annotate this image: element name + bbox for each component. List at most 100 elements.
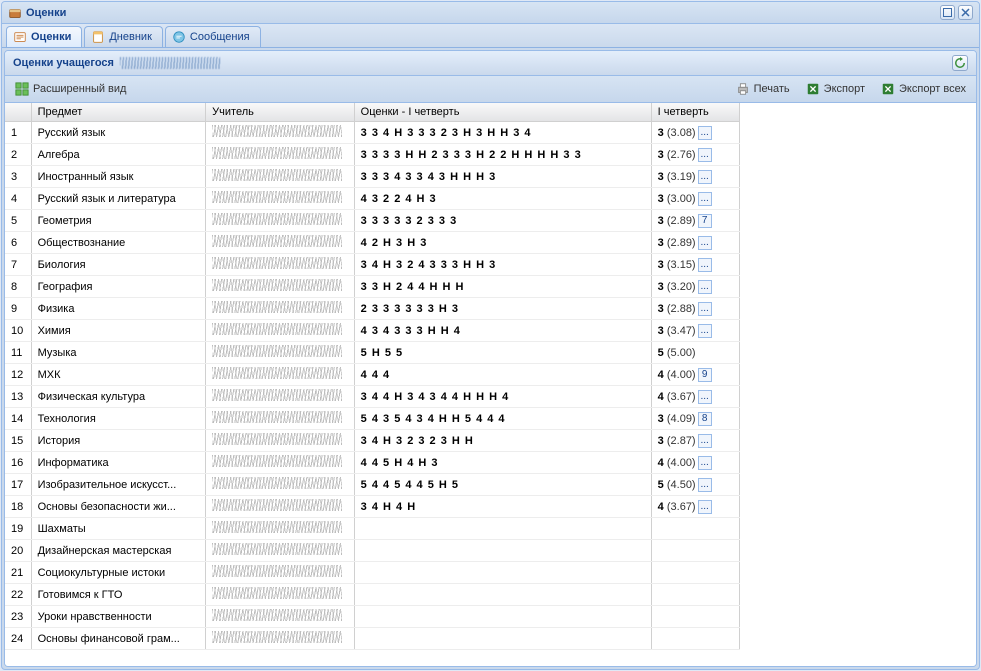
teacher-cell xyxy=(206,298,355,320)
col-subject-header[interactable]: Предмет xyxy=(31,103,206,122)
teacher-cell xyxy=(206,408,355,430)
quarter-avg: (3.00) xyxy=(667,192,696,204)
messages-icon xyxy=(172,30,186,44)
col-num-header[interactable] xyxy=(5,103,31,122)
marks-cell: 2 3 3 3 3 3 3 Н 3 xyxy=(354,298,651,320)
table-row[interactable]: 5Геометрия3 3 3 3 3 2 3 3 33 (2.89)7 xyxy=(5,210,740,232)
col-quarter-header[interactable]: I четверть xyxy=(651,103,739,122)
print-button[interactable]: Печать xyxy=(732,80,794,98)
table-row[interactable]: 15История3 4 Н 3 2 3 2 3 Н Н3 (2.87)... xyxy=(5,430,740,452)
col-marks-header[interactable]: Оценки - I четверть xyxy=(354,103,651,122)
quarter-cell: 3 (2.89)7 xyxy=(651,210,739,232)
table-row[interactable]: 2Алгебра3 3 3 3 Н Н 2 3 3 3 Н 2 2 Н Н Н … xyxy=(5,144,740,166)
marks-cell xyxy=(354,540,651,562)
quarter-extra-button[interactable]: ... xyxy=(698,500,712,514)
table-row[interactable]: 19Шахматы xyxy=(5,518,740,540)
panel-header: Оценки учащегося xyxy=(5,51,976,76)
marks-cell xyxy=(354,606,651,628)
quarter-extra-button[interactable]: ... xyxy=(698,302,712,316)
quarter-extra-button[interactable]: 7 xyxy=(698,214,712,228)
quarter-avg: (3.15) xyxy=(667,258,696,270)
quarter-extra-button[interactable]: ... xyxy=(698,434,712,448)
subject-cell: Русский язык xyxy=(31,122,206,144)
maximize-button[interactable] xyxy=(940,5,955,20)
marks-cell: 3 4 Н 4 Н xyxy=(354,496,651,518)
teacher-name-obscured xyxy=(212,345,342,357)
quarter-grade: 3 xyxy=(658,170,664,182)
teacher-cell xyxy=(206,430,355,452)
quarter-cell: 3 (2.88)... xyxy=(651,298,739,320)
expand-icon xyxy=(15,82,29,96)
marks-cell: 4 2 Н 3 Н 3 xyxy=(354,232,651,254)
quarter-cell: 4 (3.67)... xyxy=(651,496,739,518)
grid-scroll[interactable]: Предмет Учитель Оценки - I четверть I че… xyxy=(5,103,976,666)
quarter-extra-button[interactable]: ... xyxy=(698,478,712,492)
table-row[interactable]: 7Биология3 4 Н 3 2 4 3 3 3 Н Н 33 (3.15)… xyxy=(5,254,740,276)
quarter-extra-button[interactable]: 9 xyxy=(698,368,712,382)
table-row[interactable]: 4Русский язык и литература4 3 2 2 4 Н 33… xyxy=(5,188,740,210)
quarter-extra-button[interactable]: ... xyxy=(698,148,712,162)
quarter-cell xyxy=(651,518,739,540)
quarter-extra-button[interactable]: ... xyxy=(698,324,712,338)
table-row[interactable]: 8География3 3 Н 2 4 4 Н Н Н3 (3.20)... xyxy=(5,276,740,298)
col-teacher-header[interactable]: Учитель xyxy=(206,103,355,122)
subject-cell: Алгебра xyxy=(31,144,206,166)
export-button[interactable]: Экспорт xyxy=(802,80,869,98)
table-row[interactable]: 20Дизайнерская мастерская xyxy=(5,540,740,562)
row-number: 5 xyxy=(5,210,31,232)
quarter-extra-button[interactable]: ... xyxy=(698,258,712,272)
quarter-extra-button[interactable]: ... xyxy=(698,456,712,470)
tab-label: Сообщения xyxy=(190,31,250,43)
teacher-cell xyxy=(206,628,355,650)
table-row[interactable]: 10Химия4 3 4 3 3 3 Н Н 43 (3.47)... xyxy=(5,320,740,342)
teacher-name-obscured xyxy=(212,125,342,137)
table-row[interactable]: 16Информатика4 4 5 Н 4 Н 34 (4.00)... xyxy=(5,452,740,474)
teacher-cell xyxy=(206,518,355,540)
subject-cell: Шахматы xyxy=(31,518,206,540)
tab-diary[interactable]: Дневник xyxy=(84,26,163,47)
quarter-extra-button[interactable]: ... xyxy=(698,280,712,294)
quarter-extra-button[interactable]: ... xyxy=(698,390,712,404)
expanded-view-button[interactable]: Расширенный вид xyxy=(11,80,130,98)
teacher-name-obscured xyxy=(212,521,342,533)
refresh-button[interactable] xyxy=(952,55,968,71)
table-row[interactable]: 21Социокультурные истоки xyxy=(5,562,740,584)
tab-grades[interactable]: Оценки xyxy=(6,26,82,47)
teacher-name-obscured xyxy=(212,631,342,643)
table-row[interactable]: 13Физическая культура3 4 4 Н 3 4 3 4 4 Н… xyxy=(5,386,740,408)
quarter-grade: 3 xyxy=(658,214,664,226)
grades-table: Предмет Учитель Оценки - I четверть I че… xyxy=(5,103,740,650)
quarter-grade: 3 xyxy=(658,126,664,138)
table-row[interactable]: 23Уроки нравственности xyxy=(5,606,740,628)
table-row[interactable]: 18Основы безопасности жи...3 4 Н 4 Н4 (3… xyxy=(5,496,740,518)
row-number: 18 xyxy=(5,496,31,518)
table-row[interactable]: 12МХК4 4 44 (4.00)9 xyxy=(5,364,740,386)
table-row[interactable]: 22Готовимся к ГТО xyxy=(5,584,740,606)
marks-cell: 3 3 3 3 Н Н 2 3 3 3 Н 2 2 Н Н Н Н 3 3 xyxy=(354,144,651,166)
teacher-name-obscured xyxy=(212,301,342,313)
marks-cell: 4 4 5 Н 4 Н 3 xyxy=(354,452,651,474)
quarter-extra-button[interactable]: 8 xyxy=(698,412,712,426)
tab-messages[interactable]: Сообщения xyxy=(165,26,261,47)
close-button[interactable] xyxy=(958,5,973,20)
table-row[interactable]: 9Физика2 3 3 3 3 3 3 Н 33 (2.88)... xyxy=(5,298,740,320)
table-row[interactable]: 14Технология5 4 3 5 4 3 4 Н Н 5 4 4 43 (… xyxy=(5,408,740,430)
row-number: 17 xyxy=(5,474,31,496)
row-number: 3 xyxy=(5,166,31,188)
quarter-extra-button[interactable]: ... xyxy=(698,236,712,250)
table-row[interactable]: 24Основы финансовой грам... xyxy=(5,628,740,650)
quarter-extra-button[interactable]: ... xyxy=(698,126,712,140)
table-row[interactable]: 3Иностранный язык3 3 3 4 3 3 4 3 Н Н Н 3… xyxy=(5,166,740,188)
table-row[interactable]: 6Обществознание4 2 Н 3 Н 33 (2.89)... xyxy=(5,232,740,254)
quarter-avg: (3.67) xyxy=(667,500,696,512)
quarter-extra-button[interactable]: ... xyxy=(698,192,712,206)
quarter-avg: (2.88) xyxy=(667,302,696,314)
quarter-grade: 4 xyxy=(658,368,664,380)
table-row[interactable]: 11Музыка5 Н 5 55 (5.00) xyxy=(5,342,740,364)
marks-cell: 4 3 4 3 3 3 Н Н 4 xyxy=(354,320,651,342)
print-label: Печать xyxy=(754,83,790,95)
table-row[interactable]: 1Русский язык3 3 4 Н 3 3 3 2 3 Н 3 Н Н 3… xyxy=(5,122,740,144)
export-all-button[interactable]: Экспорт всех xyxy=(877,80,970,98)
table-row[interactable]: 17Изобразительное искусст...5 4 4 5 4 4 … xyxy=(5,474,740,496)
quarter-extra-button[interactable]: ... xyxy=(698,170,712,184)
